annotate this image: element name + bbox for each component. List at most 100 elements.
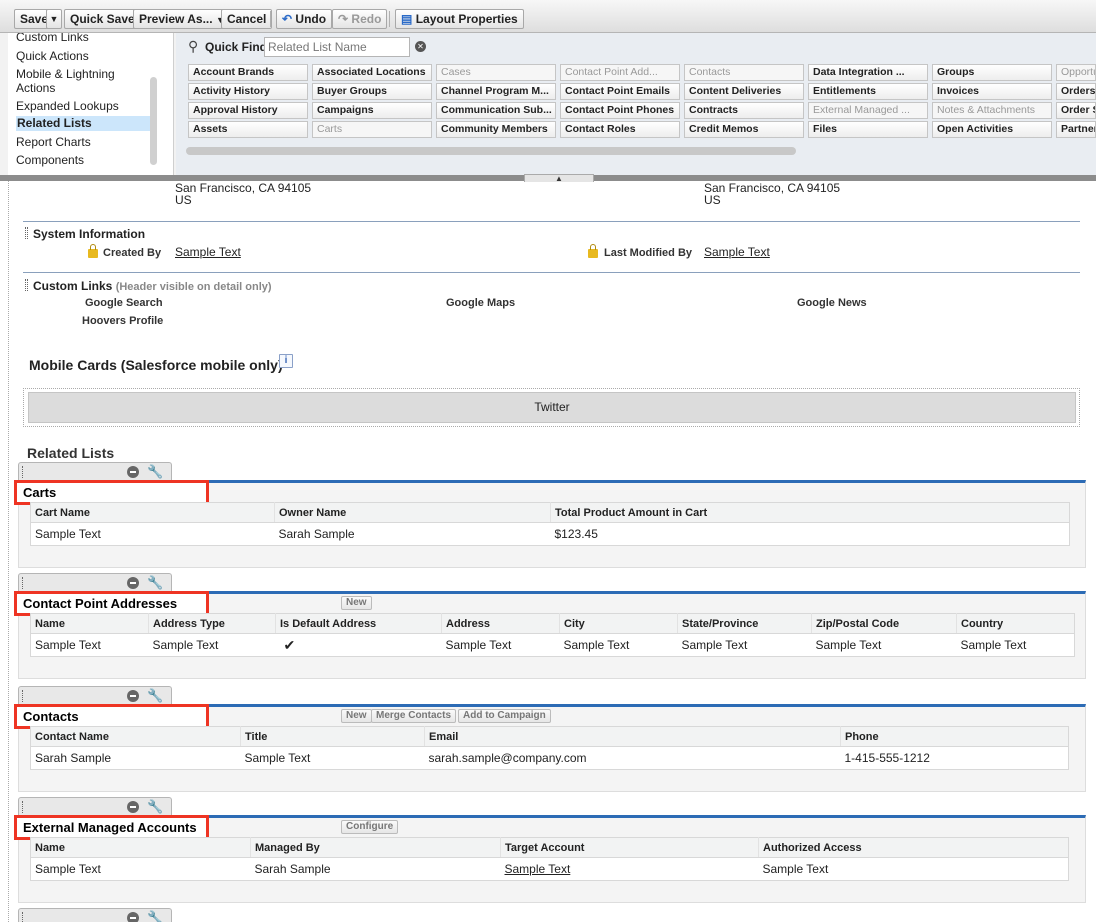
drag-handle-icon[interactable] bbox=[22, 912, 25, 922]
remove-icon[interactable] bbox=[127, 912, 139, 922]
palette-field[interactable]: Activity History bbox=[188, 83, 308, 100]
address-right-line2: US bbox=[704, 193, 721, 207]
palette-field[interactable]: External Managed ... bbox=[808, 102, 928, 119]
custom-link-google-news[interactable]: Google News bbox=[797, 297, 867, 309]
table-cell: Sample Text bbox=[504, 862, 571, 876]
palette-field[interactable]: Account Brands bbox=[188, 64, 308, 81]
custom-link-hoovers-profile[interactable]: Hoovers Profile bbox=[82, 315, 163, 327]
palette-field[interactable]: Contact Roles bbox=[560, 121, 680, 138]
palette-field[interactable]: Communication Sub... bbox=[436, 102, 556, 119]
custom-link-google-search[interactable]: Google Search bbox=[85, 297, 163, 309]
palette-field[interactable]: Content Deliveries bbox=[684, 83, 804, 100]
clear-icon[interactable]: ✕ bbox=[415, 41, 426, 52]
wrench-icon[interactable]: 🔧 bbox=[147, 575, 163, 591]
table-cell: Sample Text bbox=[35, 527, 101, 541]
palette-field[interactable]: Contact Point Emails bbox=[560, 83, 680, 100]
category-report-charts[interactable]: Report Charts bbox=[16, 135, 91, 149]
palette-field[interactable]: Data Integration ... bbox=[808, 64, 928, 81]
palette-field[interactable]: Groups bbox=[932, 64, 1052, 81]
palette-field[interactable]: Contact Point Add... bbox=[560, 64, 680, 81]
remove-icon[interactable] bbox=[127, 690, 139, 702]
palette-field[interactable]: Open Activities bbox=[932, 121, 1052, 138]
drag-handle-icon[interactable] bbox=[22, 690, 25, 702]
palette-field[interactable]: Invoices bbox=[932, 83, 1052, 100]
quick-save-button[interactable]: Quick Save bbox=[64, 9, 141, 29]
system-information-title: System Information bbox=[33, 227, 146, 241]
drag-handle-icon[interactable] bbox=[22, 466, 25, 478]
palette-field[interactable]: Notes & Attachments bbox=[932, 102, 1052, 119]
redo-icon: ↷ bbox=[338, 12, 349, 26]
wrench-icon[interactable]: 🔧 bbox=[147, 464, 163, 480]
related-list-tab[interactable]: 🔧 bbox=[18, 797, 172, 815]
related-list-tab[interactable]: 🔧 bbox=[18, 686, 172, 704]
category-custom-links[interactable]: Custom Links bbox=[16, 33, 89, 44]
related-list-tab[interactable]: 🔧 bbox=[18, 908, 172, 922]
palette-field[interactable]: Credit Memos bbox=[684, 121, 804, 138]
palette-field[interactable]: Files bbox=[808, 121, 928, 138]
table-cell: 1-415-555-1212 bbox=[844, 751, 930, 765]
palette-field[interactable]: Partner bbox=[1056, 121, 1096, 138]
category-related-lists[interactable]: Related Lists bbox=[16, 116, 152, 131]
twitter-card[interactable]: Twitter bbox=[28, 392, 1076, 423]
remove-icon[interactable] bbox=[127, 801, 139, 813]
palette-field[interactable]: Campaigns bbox=[312, 102, 432, 119]
related-list-button[interactable]: Configure bbox=[341, 820, 399, 834]
column-header: City bbox=[559, 613, 678, 634]
wrench-icon[interactable]: 🔧 bbox=[147, 910, 163, 922]
related-list-button[interactable]: Merge Contacts bbox=[371, 709, 457, 723]
palette-field[interactable]: Channel Program M... bbox=[436, 83, 556, 100]
remove-icon[interactable] bbox=[127, 466, 139, 478]
palette-field[interactable]: Orders bbox=[1056, 83, 1096, 100]
wrench-icon[interactable]: 🔧 bbox=[147, 688, 163, 704]
category-components[interactable]: Components bbox=[16, 153, 84, 167]
drag-handle-icon[interactable] bbox=[22, 577, 25, 589]
related-list-button[interactable]: New bbox=[341, 709, 372, 723]
table-cell: Sample Text bbox=[563, 638, 630, 652]
palette-field[interactable]: Associated Locations bbox=[312, 64, 432, 81]
palette-field[interactable]: Community Members bbox=[436, 121, 556, 138]
drag-handle-icon[interactable] bbox=[25, 279, 28, 291]
table-cell: Sarah Sample bbox=[254, 862, 331, 876]
related-list-table: Name Managed By Target Account Authorized A… bbox=[30, 837, 1069, 881]
palette-field[interactable]: Buyer Groups bbox=[312, 83, 432, 100]
related-list-button[interactable]: New bbox=[341, 596, 372, 610]
category-mobile-lightning[interactable]: Mobile & Lightning bbox=[16, 67, 115, 81]
info-icon[interactable]: i bbox=[279, 354, 293, 368]
drag-handle-icon[interactable] bbox=[22, 801, 25, 813]
column-header: Address Type bbox=[148, 613, 276, 634]
palette-field[interactable]: Entitlements bbox=[808, 83, 928, 100]
palette-field[interactable]: Assets bbox=[188, 121, 308, 138]
quick-find-input[interactable] bbox=[264, 37, 410, 57]
category-scrollbar[interactable] bbox=[150, 77, 157, 165]
palette-field[interactable]: Carts bbox=[312, 121, 432, 138]
layout-properties-button[interactable]: ▤ Layout Properties bbox=[395, 9, 524, 29]
undo-button[interactable]: ↶ Undo bbox=[276, 9, 333, 29]
related-list-tab[interactable]: 🔧 bbox=[18, 573, 172, 591]
fields-horizontal-scrollbar[interactable] bbox=[186, 147, 796, 155]
cancel-label: Cancel bbox=[227, 12, 267, 26]
table-cell: $123.45 bbox=[554, 527, 598, 541]
wrench-icon[interactable]: 🔧 bbox=[147, 799, 163, 815]
palette-field[interactable]: Order S bbox=[1056, 102, 1096, 119]
category-quick-actions[interactable]: Quick Actions bbox=[16, 49, 89, 63]
palette-field[interactable]: Contact Point Phones bbox=[560, 102, 680, 119]
column-header: Total Product Amount in Cart bbox=[550, 502, 1070, 523]
drag-handle-icon[interactable] bbox=[25, 227, 28, 239]
cancel-button[interactable]: Cancel bbox=[221, 9, 273, 29]
palette-field[interactable]: Contacts bbox=[684, 64, 804, 81]
save-dropdown-button[interactable]: ▼ bbox=[46, 9, 62, 29]
custom-link-google-maps[interactable]: Google Maps bbox=[446, 297, 515, 309]
palette-field[interactable]: Opportu bbox=[1056, 64, 1096, 81]
palette-field[interactable]: Contracts bbox=[684, 102, 804, 119]
related-list-table: Name Address Type Is Default Address Addres… bbox=[30, 613, 1075, 657]
toolbar-separator bbox=[270, 11, 271, 27]
category-expanded-lookups[interactable]: Expanded Lookups bbox=[16, 99, 119, 113]
related-list-tab[interactable]: 🔧 bbox=[18, 462, 172, 480]
category-mobile-lightning-actions[interactable]: Actions bbox=[16, 81, 55, 95]
palette-field[interactable]: Approval History bbox=[188, 102, 308, 119]
palette-field[interactable]: Cases bbox=[436, 64, 556, 81]
redo-button[interactable]: ↷ Redo bbox=[332, 9, 388, 29]
remove-icon[interactable] bbox=[127, 577, 139, 589]
preview-as-button[interactable]: Preview As... ▼ bbox=[133, 9, 231, 29]
related-list-button[interactable]: Add to Campaign bbox=[458, 709, 551, 723]
